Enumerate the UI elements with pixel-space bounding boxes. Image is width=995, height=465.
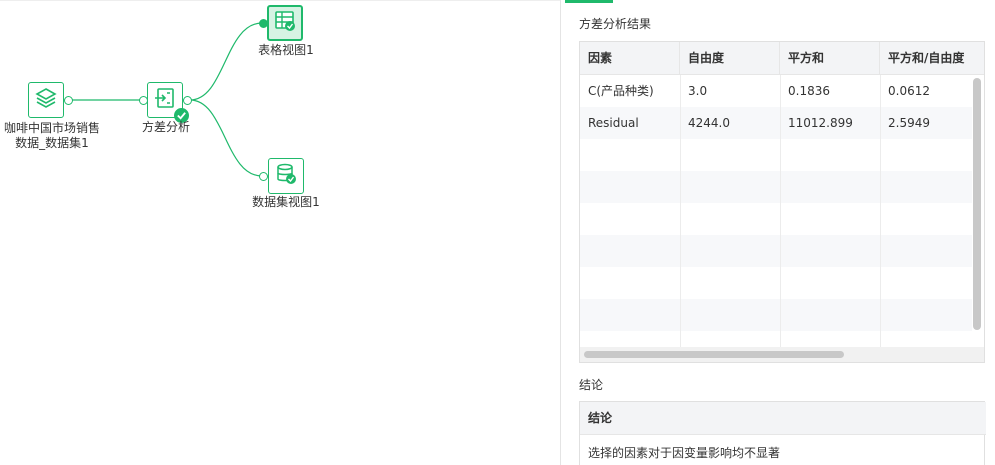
column-header-df[interactable]: 自由度 [680,42,780,75]
empty-row [580,267,972,299]
empty-row [580,139,972,171]
column-divider [880,75,881,347]
conclusion-text: 选择的因素对于因变量影响均不显著 [588,446,781,460]
link-anova-to-dataset-view [189,99,263,177]
empty-row [580,235,972,267]
table-row[interactable]: C(产品种类) 3.0 0.1836 0.0612 [580,75,972,107]
result-panel: 方差分析结果 因素 自由度 平方和 平方和/自由度 C(产品种类) 3.0 0.… [561,0,995,465]
node-dataset[interactable] [28,82,64,118]
node-dataset-view-label: 数据集视图1 [246,195,326,210]
table-row[interactable]: Residual 4244.0 11012.899 2.5949 [580,107,972,139]
node-dataset-view[interactable] [268,158,304,194]
layers-icon [34,86,58,114]
node-anova-label: 方差分析 [126,120,206,135]
node-table-view-label-line1: 表格视图1 [258,43,314,57]
node-dataset-label-line1: 咖啡中国市场销售 [3,121,100,135]
port-dataset-view-in[interactable] [259,172,268,181]
column-divider [780,75,781,347]
cell-df: 4244.0 [688,116,730,130]
empty-row [580,299,972,331]
node-table-view-label: 表格视图1 [246,43,326,58]
node-table-view[interactable] [267,5,303,41]
empty-row [580,203,972,235]
node-dataset-view-label-line1: 数据集视图1 [252,195,320,209]
cell-mean-sq: 2.5949 [888,116,930,130]
cell-sum-sq: 0.1836 [788,84,830,98]
node-dataset-label: 咖啡中国市场销售 数据_数据集1 [0,121,104,151]
table-header: 因素 自由度 平方和 平方和/自由度 [580,42,984,75]
column-header-mean-sq[interactable]: 平方和/自由度 [880,42,984,75]
conclusion-section-title: 结论 [579,378,604,392]
port-dataset-out[interactable] [64,96,73,105]
empty-row [580,171,972,203]
link-anova-to-table-view [189,22,263,101]
empty-row [580,331,972,347]
anova-result-table: 因素 自由度 平方和 平方和/自由度 C(产品种类) 3.0 0.1836 0.… [579,41,985,363]
horizontal-scrollbar-thumb[interactable] [584,351,844,358]
active-tab-indicator [565,0,613,3]
port-anova-out[interactable] [183,96,192,105]
cell-df: 3.0 [688,84,708,98]
cell-factor: Residual [588,116,639,130]
cell-mean-sq: 0.0612 [888,84,930,98]
table-view-icon [273,9,297,37]
flow-canvas[interactable]: 咖啡中国市场销售 数据_数据集1 方差分析 表格视图1 数据集视图1 [0,0,560,465]
column-divider [680,75,681,347]
result-section-title: 方差分析结果 [579,17,652,31]
flow-links [72,22,263,177]
analysis-icon [153,86,177,114]
database-view-icon [274,162,298,190]
node-anova-label-line1: 方差分析 [141,120,190,134]
column-header-sum-sq[interactable]: 平方和 [780,42,880,75]
app-root: 咖啡中国市场销售 数据_数据集1 方差分析 表格视图1 数据集视图1 方差分析结… [0,0,995,465]
conclusion-header: 结论 [580,402,986,435]
column-header-factor[interactable]: 因素 [580,42,680,75]
node-dataset-label-line2: 数据_数据集1 [15,136,89,150]
cell-sum-sq: 11012.899 [788,116,853,130]
cell-factor: C(产品种类) [588,84,654,98]
conclusion-table: 结论 选择的因素对于因变量影响均不显著 [579,401,986,465]
vertical-scrollbar-thumb[interactable] [973,78,981,330]
